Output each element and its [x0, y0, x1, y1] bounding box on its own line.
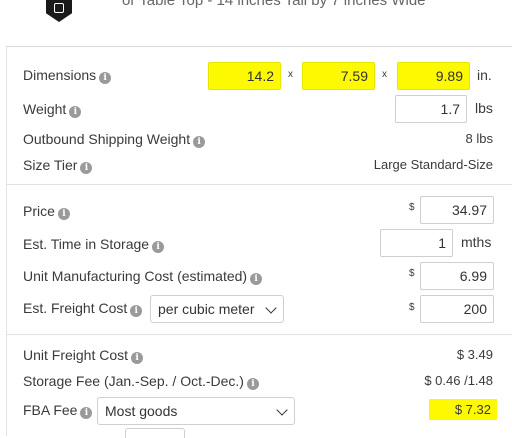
outbound-weight-value: 8 lbs [465, 131, 493, 146]
info-icon[interactable]: i [99, 72, 112, 84]
unit-freight-label-text: Unit Freight Cost [23, 347, 129, 363]
height-input[interactable]: 9.89 [397, 62, 470, 90]
storage-time-unit: mths [461, 234, 492, 250]
fba-fee-value: $ 7.32 [429, 399, 497, 420]
dimensions-label: Dimensions i [23, 67, 112, 84]
freight-cost-label: Est. Freight Cost i [23, 300, 143, 317]
outbound-weight-label-text: Outbound Shipping Weight [23, 131, 191, 147]
info-icon[interactable]: i [131, 352, 144, 364]
dimensions-label-text: Dimensions [23, 67, 97, 83]
weight-unit: lbs [475, 100, 493, 116]
chevron-down-icon [276, 404, 288, 416]
unit-freight-label: Unit Freight Cost i [23, 347, 144, 364]
weight-input[interactable]: 1.7 [395, 95, 467, 123]
storage-fee-label-text: Storage Fee (Jan.-Sep. / Oct.-Dec.) [23, 373, 244, 389]
info-icon[interactable]: i [69, 106, 82, 118]
manufacturing-cost-input[interactable]: 6.99 [420, 262, 494, 290]
price-input[interactable]: 34.97 [420, 196, 494, 224]
storage-fee-value: $ 0.46 /1.48 [424, 373, 493, 388]
info-icon[interactable]: i [130, 305, 143, 317]
fba-fee-category-select[interactable]: Most goods [97, 397, 295, 425]
freight-cost-unit-select[interactable]: per cubic meter [150, 295, 284, 323]
unit-freight-value: $ 3.49 [456, 347, 493, 362]
dimension-separator: x [382, 69, 387, 80]
length-input[interactable]: 14.2 [208, 62, 281, 90]
size-tier-label-text: Size Tier [23, 157, 78, 173]
info-icon[interactable]: i [80, 407, 93, 419]
section-divider [6, 184, 512, 185]
storage-time-label-text: Est. Time in Storage [23, 236, 150, 252]
next-row-control[interactable] [125, 428, 185, 438]
info-icon[interactable]: i [246, 378, 259, 390]
info-icon[interactable]: i [193, 136, 206, 148]
info-icon[interactable]: i [57, 208, 70, 220]
freight-cost-select-value: per cubic meter [158, 301, 255, 317]
storage-time-label: Est. Time in Storage i [23, 236, 165, 253]
dimensions-unit: in. [477, 67, 492, 83]
product-description: or Table Top - 14 inches Tall by 7 inche… [122, 0, 426, 9]
outbound-weight-label: Outbound Shipping Weight i [23, 131, 206, 148]
width-input[interactable]: 7.59 [302, 62, 375, 90]
product-header: or Table Top - 14 inches Tall by 7 inche… [0, 0, 512, 46]
freight-cost-currency: $ [409, 302, 415, 313]
dimension-separator: x [288, 69, 293, 80]
info-icon[interactable]: i [80, 162, 93, 174]
weight-label-text: Weight [23, 101, 67, 117]
section-divider [6, 334, 512, 335]
price-label-text: Price [23, 203, 55, 219]
size-tier-value: Large Standard-Size [373, 157, 493, 172]
storage-time-input[interactable]: 1 [380, 229, 453, 257]
price-label: Price i [23, 203, 70, 220]
weight-label: Weight i [23, 101, 82, 118]
thumbnail-mark-icon [54, 3, 64, 13]
storage-fee-label: Storage Fee (Jan.-Sep. / Oct.-Dec.) i [23, 373, 259, 390]
manufacturing-cost-currency: $ [409, 268, 415, 279]
price-currency: $ [409, 202, 415, 213]
fba-fee-label-text: FBA Fee [23, 402, 78, 418]
manufacturing-cost-label-text: Unit Manufacturing Cost (estimated) [23, 268, 248, 284]
freight-cost-input[interactable]: 200 [420, 295, 494, 323]
fba-fee-label: FBA Fee i [23, 402, 93, 419]
fba-fee-select-value: Most goods [105, 403, 178, 419]
info-icon[interactable]: i [250, 273, 263, 285]
freight-cost-label-text: Est. Freight Cost [23, 300, 128, 316]
info-icon[interactable]: i [152, 241, 165, 253]
size-tier-label: Size Tier i [23, 157, 93, 174]
manufacturing-cost-label: Unit Manufacturing Cost (estimated) i [23, 268, 263, 285]
chevron-down-icon [265, 302, 277, 314]
